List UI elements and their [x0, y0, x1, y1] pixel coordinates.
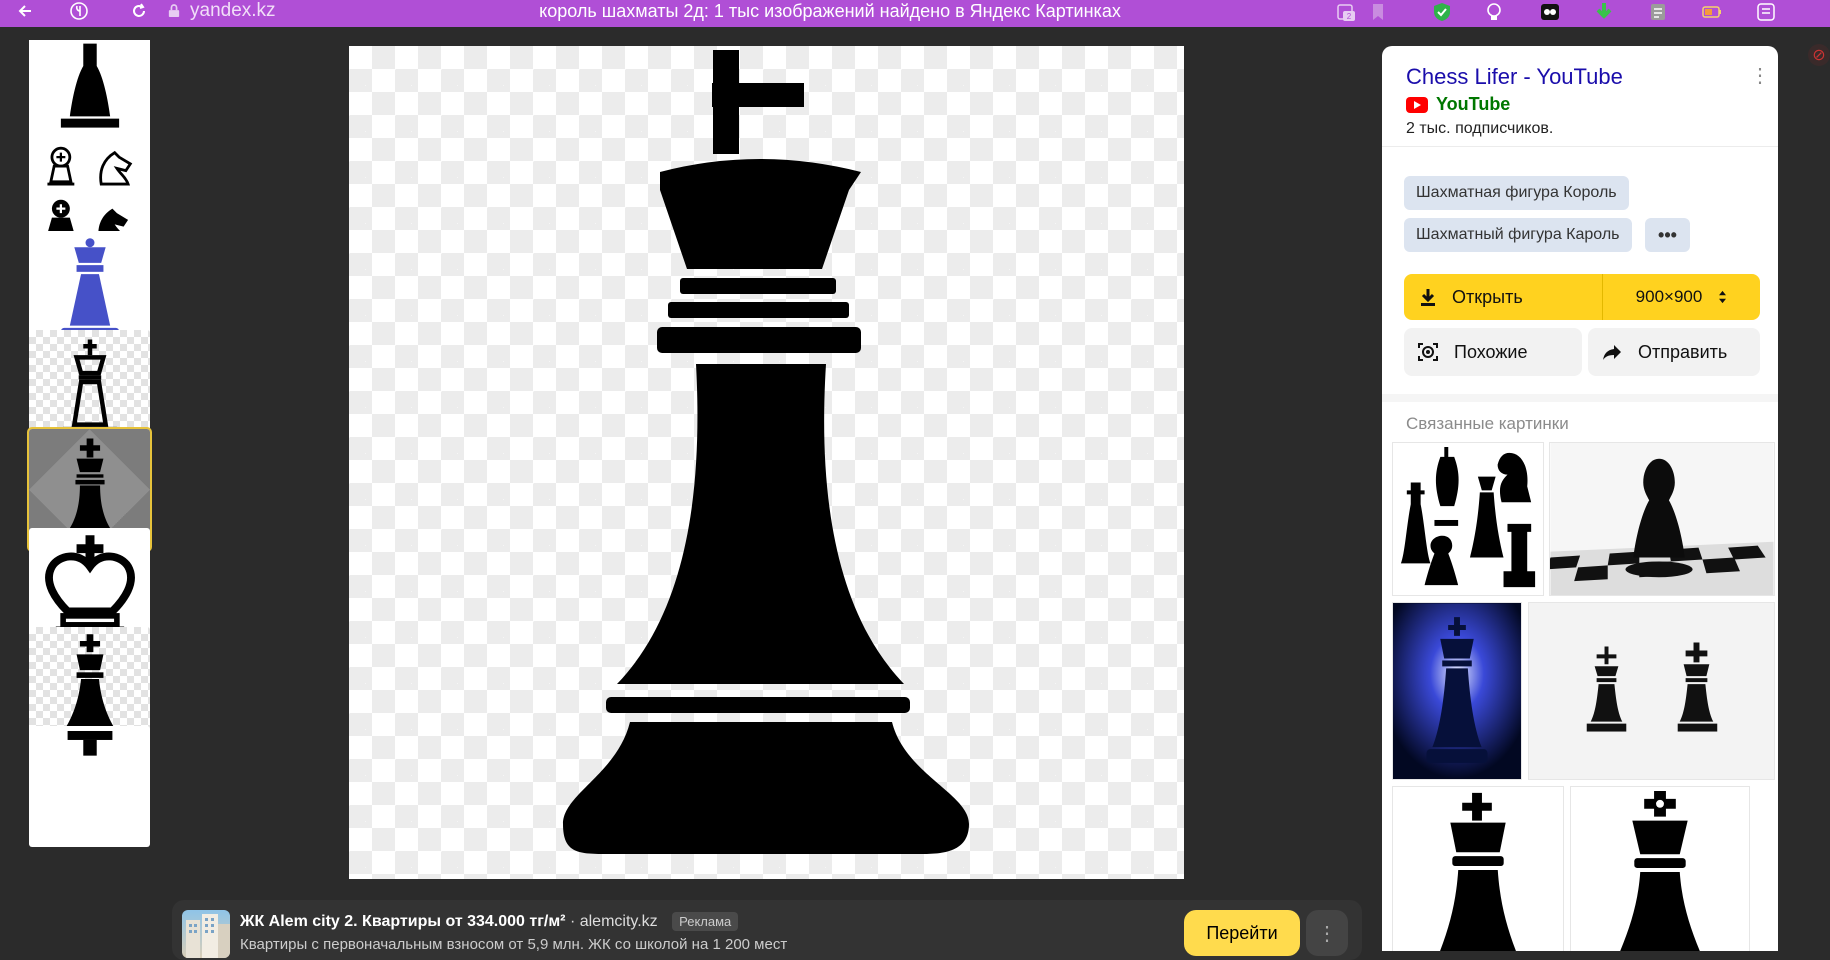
reload-icon: [133, 3, 145, 17]
bishop-on-board-image: [1550, 443, 1774, 595]
extension-owl-button[interactable]: [1536, 0, 1564, 24]
downloads-button[interactable]: [1752, 0, 1780, 24]
close-circle-icon[interactable]: ⊘: [1808, 44, 1830, 66]
black-king-image: [1620, 790, 1700, 951]
related-image-king-checker[interactable]: [1392, 786, 1564, 951]
ad-title[interactable]: ЖК Alem city 2. Квартиры от 334.000 тг/м…: [240, 912, 739, 931]
youtube-icon: [1406, 96, 1428, 113]
reload-button[interactable]: [124, 0, 154, 22]
main-image-viewer[interactable]: [349, 46, 1184, 879]
related-image-king-white[interactable]: [1570, 786, 1750, 951]
related-images-heading: Связанные картинки: [1406, 414, 1569, 433]
extension-shield-button[interactable]: [1428, 0, 1456, 24]
ad-headline[interactable]: ЖК Alem city 2. Квартиры от 334.000 тг/м…: [240, 913, 566, 930]
battery-indicator: [1698, 0, 1726, 24]
subscriber-count: 2 тыс. подписчиков.: [1406, 120, 1554, 137]
source-menu-button[interactable]: ⋮: [1750, 66, 1770, 86]
thumbnail-partial-king[interactable]: [29, 726, 150, 847]
tag-chip-1[interactable]: Шахматная фигура Король: [1404, 176, 1629, 210]
extension-layers-button[interactable]: [1644, 0, 1672, 24]
king-cross-horizontal: [712, 83, 804, 107]
bookmark-button[interactable]: [1364, 0, 1392, 24]
yandex-logo-button[interactable]: [64, 0, 94, 22]
download-icon: [1421, 289, 1435, 306]
source-title-link[interactable]: Chess Lifer - YouTube: [1406, 64, 1623, 90]
king-collar-ring-3: [657, 327, 861, 353]
chess-set-silhouettes-image: [1400, 446, 1536, 588]
yandex-logo-icon: [70, 2, 88, 20]
back-arrow-icon: [18, 5, 31, 17]
browser-toolbar: yandex.kz король шахматы 2д: 1 тыс изобр…: [0, 0, 1830, 27]
open-label: Открыть: [1452, 286, 1523, 307]
open-image-button[interactable]: Открыть: [1404, 274, 1602, 320]
extension-download-button[interactable]: [1590, 0, 1618, 24]
downloads-icon: [1757, 3, 1775, 21]
king-base-ring: [606, 697, 910, 713]
tags-more-button[interactable]: •••: [1645, 218, 1690, 252]
share-button[interactable]: Отправить: [1588, 328, 1760, 376]
thumbnail-rail: [0, 40, 160, 951]
image-details-panel: Chess Lifer - YouTube ⋮ YouTube 2 тыс. п…: [1382, 46, 1778, 951]
ad-domain[interactable]: alemcity.kz: [580, 913, 658, 930]
extension-bulb-button[interactable]: [1480, 0, 1508, 24]
address-bar[interactable]: yandex.kz: [168, 0, 276, 22]
tabs-counter-button[interactable]: 2: [1332, 0, 1360, 24]
ad-more-button[interactable]: ⋮: [1306, 910, 1348, 956]
ad-go-button[interactable]: Перейти: [1184, 910, 1300, 956]
size-label: 900×900: [1635, 287, 1703, 306]
related-image-two-kings[interactable]: [1528, 602, 1775, 780]
channel-name[interactable]: YouTube: [1436, 94, 1510, 115]
channel-row[interactable]: YouTube: [1406, 94, 1510, 115]
tag-chip-2[interactable]: Шахматный фигура Кароль: [1404, 218, 1632, 252]
camera-search-icon: [1418, 343, 1438, 361]
ad-subtitle: Квартиры с первоначальным взносом от 5,9…: [240, 936, 788, 953]
battery-icon: [1702, 6, 1721, 18]
lightbulb-icon: [1487, 3, 1501, 20]
king-collar-ring-2: [668, 302, 849, 318]
layers-icon: [1651, 4, 1665, 20]
url-text: yandex.kz: [190, 0, 276, 21]
owl-icon: [1541, 4, 1559, 20]
tabs-icon: 2: [1337, 4, 1355, 21]
download-arrow-icon: [1596, 3, 1612, 19]
glowing-blue-king-image: [1393, 603, 1521, 779]
king-crown: [660, 159, 861, 269]
king-collar-ring-1: [680, 278, 836, 294]
two-king-icons-image: [1586, 642, 1718, 732]
related-image-chess-set[interactable]: [1392, 442, 1544, 596]
updown-arrow-icon: [1719, 290, 1727, 304]
page-scrollbar[interactable]: [1806, 40, 1830, 951]
lock-icon: [168, 4, 180, 17]
ad-separator: ·: [565, 913, 580, 930]
open-button-group: Открыть 900×900: [1404, 274, 1760, 320]
divider: [1382, 394, 1778, 402]
page-title: король шахматы 2д: 1 тыс изображений най…: [539, 1, 1121, 21]
share-label: Отправить: [1638, 341, 1728, 362]
bookmark-icon: [1373, 4, 1383, 20]
king-body: [617, 364, 904, 684]
shield-check-icon: [1434, 3, 1450, 21]
share-arrow-icon: [1603, 345, 1621, 360]
related-image-blue-king[interactable]: [1392, 602, 1522, 780]
ad-label-badge: Реклама: [672, 912, 739, 931]
similar-label: Похожие: [1454, 341, 1528, 362]
chess-king-silhouette-image: [563, 50, 969, 854]
back-button[interactable]: [10, 0, 40, 22]
king-icon: [67, 730, 112, 756]
related-image-bishop-board[interactable]: [1549, 442, 1775, 596]
tabs-count: 2: [1347, 12, 1352, 21]
ad-banner[interactable]: ЖК Alem city 2. Квартиры от 334.000 тг/м…: [172, 900, 1362, 960]
size-select[interactable]: 900×900: [1603, 274, 1760, 320]
black-king-image: [1440, 792, 1516, 951]
similar-button[interactable]: Похожие: [1404, 328, 1582, 376]
divider: [1382, 146, 1778, 147]
king-base: [563, 722, 969, 854]
